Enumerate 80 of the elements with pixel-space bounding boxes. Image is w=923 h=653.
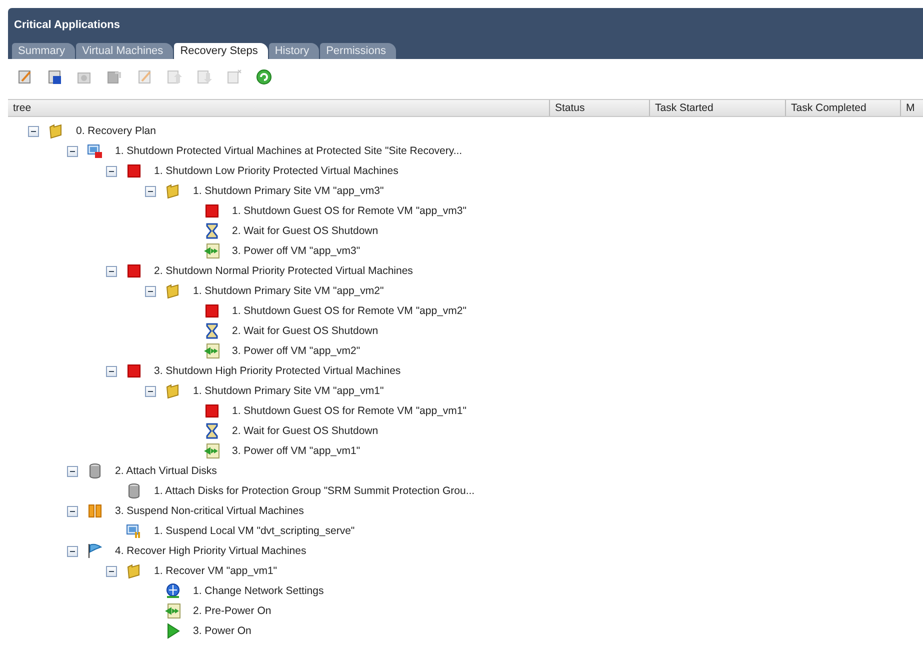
stop-icon [126, 363, 142, 379]
folder-icon [165, 283, 181, 299]
script-icon [204, 443, 220, 459]
column-header[interactable]: tree [8, 100, 550, 116]
save-icon [46, 69, 62, 85]
tree-item[interactable]: 1. Shutdown Primary Site VM "app_vm2" [193, 285, 384, 297]
collapse-toggle[interactable] [145, 286, 156, 296]
collapse-toggle[interactable] [67, 466, 78, 476]
tree-item[interactable]: 1. Shutdown Guest OS for Remote VM "app_vm3" [232, 205, 466, 217]
tree-item[interactable]: 1. Suspend Local VM "dvt_scripting_serve" [154, 525, 355, 537]
tree-item[interactable]: 2. Shutdown Normal Priority Protected Virtual Machines [154, 265, 413, 277]
collapse-toggle[interactable] [106, 166, 117, 176]
column-header[interactable]: Task Completed [786, 100, 901, 116]
tree-item[interactable]: 3. Power off VM "app_vm3" [232, 245, 360, 257]
tree-item[interactable]: 2. Wait for Guest OS Shutdown [232, 425, 378, 437]
stop-icon [126, 263, 142, 279]
flag-icon [87, 543, 103, 559]
folder-icon [126, 563, 142, 579]
tree-item[interactable]: 1. Change Network Settings [193, 585, 324, 597]
column-header[interactable]: Task Started [650, 100, 786, 116]
tree-item[interactable]: 2. Pre-Power On [193, 605, 272, 617]
column-header[interactable]: M [901, 100, 923, 116]
collapse-toggle[interactable] [67, 146, 78, 156]
export-icon [106, 69, 122, 85]
script-icon [204, 243, 220, 259]
collapse-toggle[interactable] [28, 126, 39, 136]
play-icon [165, 623, 181, 639]
collapse-toggle[interactable] [106, 566, 117, 576]
collapse-toggle[interactable] [67, 546, 78, 556]
hourglass-icon [204, 223, 220, 239]
collapse-toggle[interactable] [106, 266, 117, 276]
folder-icon [48, 123, 64, 139]
tree-item[interactable]: 3. Power On [193, 625, 252, 637]
stop-icon [204, 303, 220, 319]
toolbar-button[interactable] [254, 68, 273, 86]
tree-item[interactable]: 2. Wait for Guest OS Shutdown [232, 325, 378, 337]
tree-item[interactable]: 0. Recovery Plan [76, 125, 156, 137]
tree-item[interactable]: 1. Recover VM "app_vm1" [154, 565, 278, 577]
tree-item[interactable]: 3. Power off VM "app_vm2" [232, 345, 360, 357]
tree-item[interactable]: 1. Shutdown Low Priority Protected Virtual Machines [154, 165, 398, 177]
tree-item[interactable]: 1. Shutdown Primary Site VM "app_vm1" [193, 385, 384, 397]
tree-item[interactable]: 1. Shutdown Protected Virtual Machines at Protected Site "Site Recovery... [115, 145, 462, 157]
tree-item[interactable]: 3. Shutdown High Priority Protected Virtual Machines [154, 365, 401, 377]
script-icon [204, 343, 220, 359]
tree-item[interactable]: 3. Suspend Non-critical Virtual Machines [115, 505, 304, 517]
folder-icon [165, 183, 181, 199]
column-header[interactable]: Status [550, 100, 650, 116]
cylinder-icon [126, 483, 142, 499]
tree-item[interactable]: 2. Attach Virtual Disks [115, 465, 217, 477]
edit-icon [16, 69, 32, 85]
globe-icon [165, 583, 181, 599]
window-title: Critical Applications [14, 19, 120, 31]
computer-icon [126, 523, 142, 539]
tree-item[interactable]: 4. Recover High Priority Virtual Machines [115, 545, 306, 557]
computer-icon [87, 143, 103, 159]
script-icon [165, 603, 181, 619]
tree-item[interactable]: 1. Attach Disks for Protection Group "SRM Summit Protection Grou... [154, 485, 475, 497]
hourglass-icon [204, 423, 220, 439]
refresh-icon [256, 69, 272, 85]
arrow-down-icon [196, 69, 212, 85]
tree-item[interactable]: 1. Shutdown Primary Site VM "app_vm3" [193, 185, 384, 197]
stop-icon [204, 403, 220, 419]
pause-icon [87, 503, 103, 519]
edit-icon [136, 69, 152, 85]
collapse-toggle[interactable] [106, 366, 117, 376]
collapse-toggle[interactable] [145, 386, 156, 396]
stop-icon [126, 163, 142, 179]
stop-icon [204, 203, 220, 219]
tree-item[interactable]: 1. Shutdown Guest OS for Remote VM "app_vm2" [232, 305, 466, 317]
arrow-up-icon [166, 69, 182, 85]
tab[interactable]: Recovery Steps [174, 43, 268, 59]
tree-item[interactable]: 2. Wait for Guest OS Shutdown [232, 225, 378, 237]
tree-item[interactable]: 1. Shutdown Guest OS for Remote VM "app_vm1" [232, 405, 466, 417]
cylinder-icon [87, 463, 103, 479]
hourglass-icon [204, 323, 220, 339]
collapse-toggle[interactable] [145, 186, 156, 196]
folder-icon [165, 383, 181, 399]
collapse-toggle[interactable] [67, 506, 78, 516]
delete-icon [226, 69, 242, 85]
tree-item[interactable]: 3. Power off VM "app_vm1" [232, 445, 360, 457]
